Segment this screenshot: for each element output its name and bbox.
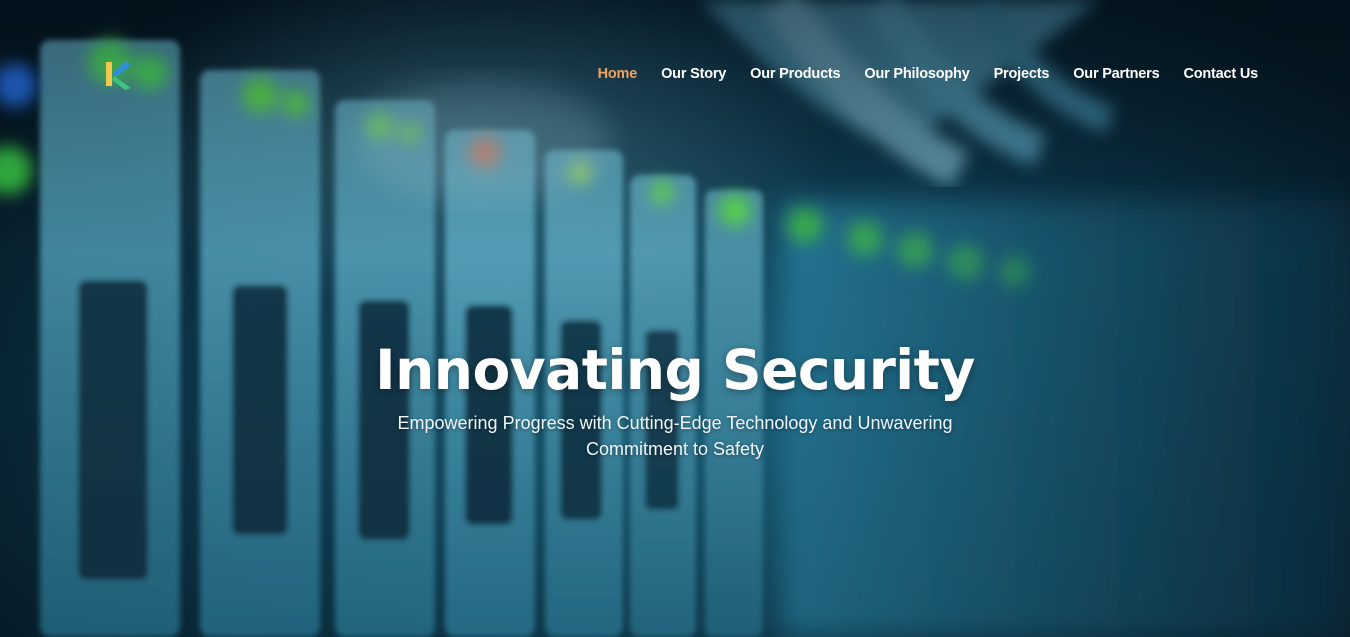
nav-item-our-philosophy[interactable]: Our Philosophy xyxy=(864,66,969,82)
nav-item-projects[interactable]: Projects xyxy=(994,66,1050,82)
hero-subtitle: Empowering Progress with Cutting-Edge Te… xyxy=(397,413,953,459)
nav-item-our-products[interactable]: Our Products xyxy=(750,66,840,82)
main-nav: Home Our Story Our Products Our Philosop… xyxy=(598,66,1259,82)
hero-section: Home Our Story Our Products Our Philosop… xyxy=(0,0,1350,637)
dark-overlay xyxy=(0,0,1350,637)
hero-text-block: Innovating Security Empowering Progress … xyxy=(0,334,1350,462)
nav-item-home[interactable]: Home xyxy=(598,66,638,82)
hero-title: Innovating Security xyxy=(375,338,975,402)
nav-item-our-story[interactable]: Our Story xyxy=(661,66,726,82)
nav-item-contact-us[interactable]: Contact Us xyxy=(1183,66,1258,82)
nav-item-our-partners[interactable]: Our Partners xyxy=(1073,66,1159,82)
k-logo-icon[interactable] xyxy=(100,56,136,92)
